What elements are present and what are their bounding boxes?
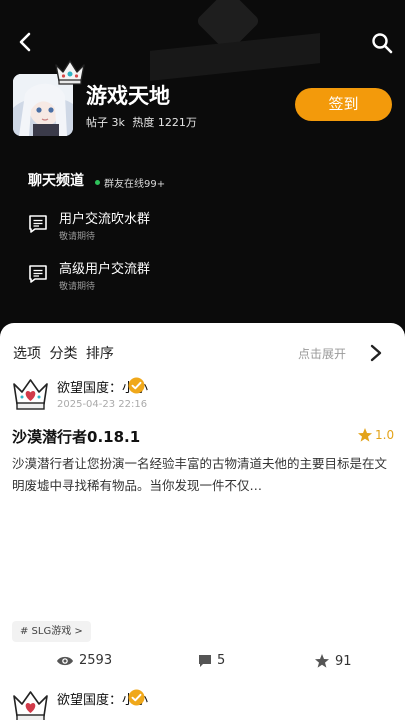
post-count: 帖子 3k <box>86 116 125 129</box>
forum-title: 游戏天地 <box>86 84 170 108</box>
signin-button[interactable]: 签到 <box>295 88 392 121</box>
star-icon <box>358 428 372 442</box>
post-excerpt[interactable]: 沙漠潜行者让您扮演一名经验丰富的古物清道夫他的主要目标是在文明废墟中寻找稀有物品… <box>12 453 390 497</box>
filter-options: 选项 分类 排序 <box>13 343 118 363</box>
header-background-art <box>150 0 320 100</box>
rating-value: 1.0 <box>375 428 395 442</box>
post-author-row[interactable]: 欲望国度：小小 <box>12 689 392 720</box>
filter-option-sort[interactable]: 排序 <box>86 346 114 362</box>
chat-channel-title: 聊天频道 <box>28 173 84 189</box>
star-icon <box>315 654 329 668</box>
favorite-count[interactable]: 91 <box>314 653 352 669</box>
chat-bubble-icon <box>28 264 48 284</box>
forum-header: 游戏天地 帖子 3k 热度 1221万 签到 聊天频道 群友在线99+ 用户交流… <box>0 0 405 330</box>
online-count: 群友在线99+ <box>104 179 166 190</box>
chat-group-name: 高级用户交流群 <box>59 262 151 277</box>
chevron-right-icon[interactable] <box>367 343 385 363</box>
online-status: 群友在线99+ <box>95 175 165 190</box>
post-time: 2025-04-23 22:16 <box>57 399 148 410</box>
author-avatar <box>12 377 49 411</box>
post-title[interactable]: 沙漠潜行者0.18.1 <box>12 426 140 447</box>
author-avatar <box>12 689 49 720</box>
chat-group-status: 敬请期待 <box>59 282 96 292</box>
chat-group-item[interactable]: 用户交流吹水群 敬请期待 <box>28 208 328 244</box>
view-count-value: 2593 <box>79 653 113 668</box>
crown-badge-icon <box>53 57 87 87</box>
verified-badge-icon <box>128 689 145 706</box>
comment-count-value: 5 <box>217 653 226 668</box>
filter-option-category[interactable]: 分类 <box>49 346 77 362</box>
back-arrow-icon[interactable] <box>14 30 38 54</box>
verified-badge-icon <box>128 377 145 394</box>
filter-bar: 选项 分类 排序 点击展开 <box>0 343 405 365</box>
view-count: 2593 <box>56 653 112 668</box>
chat-group-status: 敬请期待 <box>59 232 96 242</box>
forum-stats: 帖子 3k 热度 1221万 <box>86 114 201 130</box>
chat-group-name: 用户交流吹水群 <box>59 212 151 227</box>
chat-group-item[interactable]: 高级用户交流群 敬请期待 <box>28 258 328 294</box>
chat-bubble-icon <box>28 214 48 234</box>
eye-icon <box>57 656 73 665</box>
heat-count: 热度 1221万 <box>132 116 197 129</box>
post-list-sheet: 选项 分类 排序 点击展开 欲望国度：小小 2025-04-23 22:16 沙… <box>0 323 405 720</box>
post-author-row[interactable]: 欲望国度：小小 2025-04-23 22:16 <box>12 377 392 417</box>
comment-icon <box>199 654 211 667</box>
post-stats: 2593 5 91 <box>0 653 405 675</box>
comment-count[interactable]: 5 <box>198 653 225 668</box>
favorite-count-value: 91 <box>335 653 352 669</box>
search-icon[interactable] <box>370 31 394 55</box>
online-dot-icon <box>95 180 100 185</box>
filter-option-select[interactable]: 选项 <box>13 346 41 362</box>
post-rating: 1.0 <box>357 427 394 443</box>
post-tag[interactable]: # SLG游戏 > <box>12 621 91 642</box>
expand-hint[interactable]: 点击展开 <box>298 345 346 362</box>
